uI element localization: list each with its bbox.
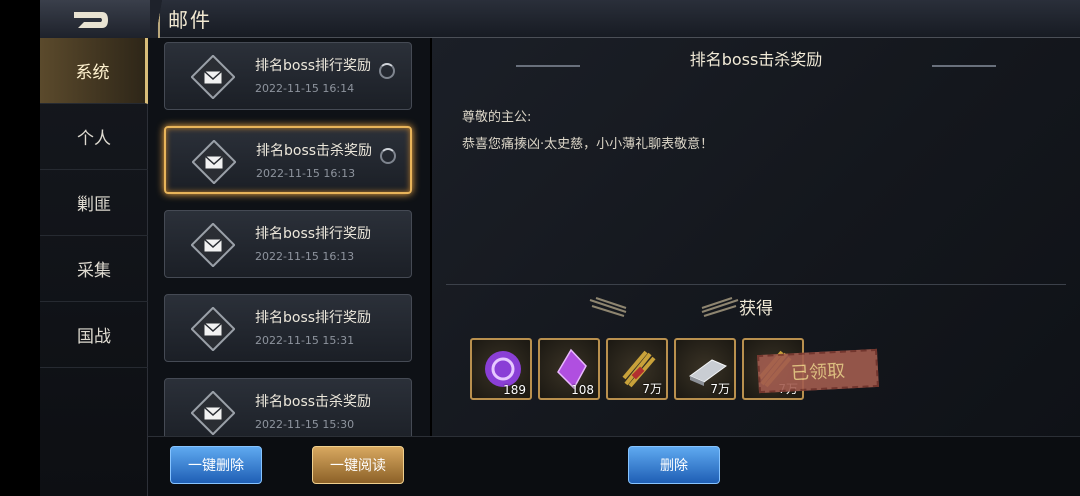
mail-greeting: 尊敬的主公: [462, 110, 532, 125]
read-all-button[interactable]: 一键阅读 [312, 446, 404, 484]
reward-item[interactable]: 189 [470, 338, 532, 400]
tab-personal[interactable]: 个人 [40, 104, 148, 170]
mail-time: 2022-11-15 15:31 [255, 334, 355, 347]
delete-button[interactable]: 删除 [628, 446, 720, 484]
mail-time: 2022-11-15 16:13 [256, 167, 356, 180]
tab-gather[interactable]: 采集 [40, 236, 148, 302]
mail-title: 排名boss排行奖励 [255, 226, 372, 242]
mail-time: 2022-11-15 15:30 [255, 418, 355, 431]
mail-title: 排名boss排行奖励 [255, 310, 372, 326]
mail-item[interactable]: 排名boss排行奖励 2022-11-15 15:31 [164, 294, 412, 362]
mail-title: 排名boss排行奖励 [255, 58, 372, 74]
envelope-icon [191, 307, 235, 351]
reward-item[interactable]: 7万 [606, 338, 668, 400]
item-quantity: 7万 [710, 382, 730, 396]
divider [446, 284, 1066, 285]
mail-item[interactable]: 排名boss击杀奖励 2022-11-15 15:30 [164, 378, 412, 436]
bottom-action-bar [148, 436, 1080, 496]
back-arrow-icon [74, 12, 108, 28]
mail-list[interactable]: 排名boss排行奖励 2022-11-15 16:14 排名boss击杀奖励 2… [148, 38, 430, 436]
tab-label: 个人 [77, 129, 111, 149]
loading-icon [379, 63, 395, 79]
rewards-label: 获得 [739, 299, 773, 319]
loading-icon [380, 148, 396, 164]
tab-label: 系统 [75, 63, 110, 83]
envelope-icon [191, 391, 235, 435]
tab-label: 剿匪 [77, 195, 111, 215]
item-quantity: 189 [503, 383, 526, 397]
tab-nation-war[interactable]: 国战 [40, 302, 148, 368]
envelope-icon [191, 55, 235, 99]
mail-body: 恭喜您痛揍凶·太史慈，小小薄礼聊表敬意！ [462, 137, 714, 152]
wing-right-icon [701, 297, 739, 317]
delete-all-button[interactable]: 一键删除 [170, 446, 262, 484]
page-title: 邮件 [168, 8, 212, 32]
mail-time: 2022-11-15 16:14 [255, 82, 355, 95]
mail-time: 2022-11-15 16:13 [255, 250, 355, 263]
item-quantity: 7万 [642, 382, 662, 396]
mail-item-selected[interactable]: 排名boss击杀奖励 2022-11-15 16:13 [164, 126, 412, 194]
category-tabs: 系统 个人 剿匪 采集 国战 [40, 38, 148, 496]
tab-label: 国战 [77, 327, 111, 347]
mail-title: 排名boss击杀奖励 [256, 143, 373, 159]
mail-screen: 邮件 系统 个人 剿匪 采集 国战 排名boss排行奖励 2022-11-15 … [0, 0, 1080, 496]
tab-system[interactable]: 系统 [40, 38, 148, 104]
reward-item[interactable]: 7万 [674, 338, 736, 400]
tab-label: 采集 [77, 261, 111, 281]
claimed-stamp: 已领取 [757, 348, 879, 394]
mail-detail-panel: 排名boss击杀奖励 尊敬的主公: 恭喜您痛揍凶·太史慈，小小薄礼聊表敬意！ 获… [432, 38, 1080, 436]
reward-item[interactable]: 108 [538, 338, 600, 400]
back-button[interactable] [40, 0, 170, 38]
mail-item[interactable]: 排名boss排行奖励 2022-11-15 16:13 [164, 210, 412, 278]
mail-title: 排名boss击杀奖励 [255, 394, 372, 410]
title-decoration-right [932, 65, 996, 67]
tab-bandit[interactable]: 剿匪 [40, 170, 148, 236]
envelope-icon [191, 223, 235, 267]
mail-item[interactable]: 排名boss排行奖励 2022-11-15 16:14 [164, 42, 412, 110]
item-quantity: 108 [571, 383, 594, 397]
envelope-icon [192, 140, 236, 184]
